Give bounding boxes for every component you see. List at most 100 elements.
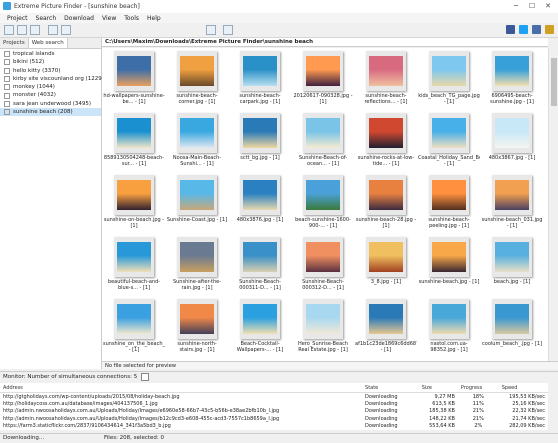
- thumbnail-item[interactable]: sunshine-beach-28.jpg - [1]: [355, 174, 417, 236]
- project-item-selected[interactable]: sunshine beach (208): [0, 108, 101, 117]
- project-item[interactable]: hello kitty (3370): [0, 67, 101, 75]
- thumbnail-item[interactable]: Sunshine-Beach-000311-D... - [1]: [229, 236, 291, 298]
- app-icon: [3, 2, 11, 10]
- thumbnail-item[interactable]: sunshine-beach-corner.jpg - [1]: [166, 50, 228, 112]
- thumbnail-item[interactable]: sunshine-beach-carpark.jpg - [1]: [229, 50, 291, 112]
- thumbnail-item[interactable]: kids_beach_TG_page.jpg - [1]: [418, 50, 480, 112]
- thumbnail-caption: sunshine-on-beach.jpg - [1]: [103, 217, 165, 229]
- thumbnail-caption: 480x3876.jpg - [1]: [236, 217, 284, 223]
- save-project-icon[interactable]: [30, 25, 40, 35]
- thumbnail-grid: hd-wallpapers-sunshine-be... - [1] sunshi…: [102, 48, 548, 361]
- download-state: Downloading: [365, 401, 398, 408]
- thumbnail-item[interactable]: sunshine-beach_031.jpg - [1]: [481, 174, 543, 236]
- thumbnail-item[interactable]: af1b1c23de1869c6dd687... - [1]: [355, 298, 417, 360]
- facebook-icon[interactable]: [506, 25, 515, 34]
- folder-icon: [4, 100, 10, 107]
- menu-help[interactable]: Help: [143, 13, 165, 23]
- zoom-icon[interactable]: [223, 25, 233, 35]
- project-item[interactable]: sara jean underwood (3495): [0, 100, 101, 108]
- thumbnail-item[interactable]: hd-wallpapers-sunshine-be... - [1]: [103, 50, 165, 112]
- thumbnail-item[interactable]: sctt_bg.jpg - [1]: [229, 112, 291, 174]
- project-item[interactable]: monkey (1044): [0, 83, 101, 91]
- view-mode-icon[interactable]: [206, 25, 216, 35]
- thumbnail-caption: sctt_bg.jpg - [1]: [240, 155, 280, 161]
- download-row[interactable]: http://gtgholidays.com/wp-content/upload…: [0, 393, 548, 401]
- thumbnail-item[interactable]: 480x3876.jpg - [1]: [229, 174, 291, 236]
- tab-web-search[interactable]: Web search: [28, 38, 68, 48]
- connections-dropdown-icon[interactable]: [140, 372, 149, 381]
- thumbnail-item[interactable]: Beach-Cocktail-Wallpapers-... - [1]: [229, 298, 291, 360]
- thumbnail-image: [429, 51, 469, 91]
- thumbnail-item[interactable]: 3_8.jpg - [1]: [355, 236, 417, 298]
- menu-project[interactable]: Project: [3, 13, 32, 23]
- thumbnail-item[interactable]: 8589130504248-beach-sur... - [1]: [103, 112, 165, 174]
- col-state[interactable]: State: [362, 383, 419, 393]
- download-state: Downloading: [365, 393, 398, 400]
- vertical-scrollbar[interactable]: [548, 48, 558, 361]
- open-project-icon[interactable]: [17, 25, 27, 35]
- new-project-icon[interactable]: [4, 25, 14, 35]
- thumbnail-image: [303, 51, 343, 91]
- thumbnail-image: [366, 113, 406, 153]
- thumbnail-item[interactable]: sunshine_on_the_beach_c... - [1]: [103, 298, 165, 360]
- menu-search[interactable]: Search: [32, 13, 61, 23]
- thumbnail-caption: Sunshine-Coast.jpg - [1]: [166, 217, 228, 223]
- thumbnail-item[interactable]: 20120617-090328.jpg - [1]: [292, 50, 354, 112]
- col-address[interactable]: Address: [0, 383, 363, 393]
- thumbnail-item[interactable]: Sunshine-Coast.jpg - [1]: [166, 174, 228, 236]
- close-button[interactable]: ✕: [540, 0, 556, 12]
- help-icon[interactable]: [545, 25, 554, 34]
- preview-status: No file selected for preview: [102, 361, 558, 369]
- thumbnail-image: [492, 237, 532, 277]
- thumbnail-caption: Beach-Cocktail-Wallpapers-... - [1]: [236, 341, 284, 353]
- thumbnail-image: [177, 51, 217, 91]
- thumbnail-item[interactable]: sunshine-north-stairs.jpg - [1]: [166, 298, 228, 360]
- stop-download-icon[interactable]: [61, 25, 71, 35]
- thumbnail-item[interactable]: Sunshine-Beach-000312-D... - [1]: [292, 236, 354, 298]
- thumbnail-image: [303, 113, 343, 153]
- project-item[interactable]: bikini (512): [0, 58, 101, 66]
- col-size[interactable]: Size: [418, 383, 458, 393]
- thumbnail-item[interactable]: beach.jpg - [1]: [481, 236, 543, 298]
- download-row[interactable]: https://farm3.staticflickr.com/2837/9106…: [0, 423, 548, 430]
- thumbnail-item[interactable]: sunshine-on-beach.jpg - [1]: [103, 174, 165, 236]
- col-progress[interactable]: Progress: [457, 383, 499, 393]
- thumbnail-item[interactable]: sunshine-beach.jpg - [1]: [418, 236, 480, 298]
- thumbnail-image: [429, 299, 469, 339]
- menu-view[interactable]: View: [98, 13, 120, 23]
- thumbnail-item[interactable]: Noosa-Main-Beach-Sunshi... - [1]: [166, 112, 228, 174]
- thumbnail-item[interactable]: sunshine-beach-reflections... - [1]: [355, 50, 417, 112]
- thumbnail-item[interactable]: Sunshine-after-the-rain.jpg - [1]: [166, 236, 228, 298]
- menu-tools[interactable]: Tools: [120, 13, 143, 23]
- thumbnail-item[interactable]: coolum_beach_.jpg - [1]: [481, 298, 543, 360]
- thumbnail-item[interactable]: nastol.com.ua-98352.jpg - [1]: [418, 298, 480, 360]
- thumbnail-item[interactable]: Sunshine-Beach-of-ocean... - [1]: [292, 112, 354, 174]
- thumbnail-item[interactable]: sunshine-beach-peeling.jpg - [1]: [418, 174, 480, 236]
- tab-projects[interactable]: Projects: [0, 38, 29, 48]
- maximize-button[interactable]: ☐: [524, 0, 540, 12]
- twitter-icon[interactable]: [519, 25, 528, 34]
- thumbnail-item[interactable]: sunshine-rocks-at-low-tide... - [1]: [355, 112, 417, 174]
- project-item[interactable]: monster (4032): [0, 91, 101, 99]
- col-speed[interactable]: Speed: [498, 383, 548, 393]
- download-row[interactable]: http://admin.nwoosaholidays.com.au/Uploa…: [0, 415, 548, 422]
- thumbnail-item[interactable]: Hero_Sunrise-Beach Real Estate.jpg - [1]: [292, 298, 354, 360]
- project-item[interactable]: tropical islands: [0, 50, 101, 58]
- menu-download[interactable]: Download: [60, 13, 98, 23]
- download-speed: 22,32 KB/sec: [512, 408, 545, 415]
- start-download-icon[interactable]: [48, 25, 58, 35]
- download-row[interactable]: http://holidaycoss.com.au/database/image…: [0, 400, 548, 407]
- thumbnail-item[interactable]: 6906495-beach-sunshine.jpg - [1]: [481, 50, 543, 112]
- download-address: http://admin.nwoosaholidays.com.au/Uploa…: [3, 415, 280, 422]
- download-row[interactable]: http://admin.nwoosaholidays.com.au/Uploa…: [0, 408, 548, 415]
- minimize-button[interactable]: ─: [508, 0, 524, 12]
- thumbnail-item[interactable]: beautiful-beach-and-blue-s... - [1]: [103, 236, 165, 298]
- thumbnail-item[interactable]: 480x3867.jpg - [1]: [481, 112, 543, 174]
- share-icon[interactable]: [532, 25, 541, 34]
- download-size: 9,27 MB: [434, 393, 455, 400]
- thumbnail-image: [240, 51, 280, 91]
- thumbnail-item[interactable]: Coastal_Holiday_Sand_Be... - [1]: [418, 112, 480, 174]
- thumbnail-item[interactable]: beach-sunshine-1600-900-... - [1]: [292, 174, 354, 236]
- monitor-label: Monitor:: [3, 374, 26, 380]
- project-item[interactable]: kirby site viscounland org (1229): [0, 75, 104, 83]
